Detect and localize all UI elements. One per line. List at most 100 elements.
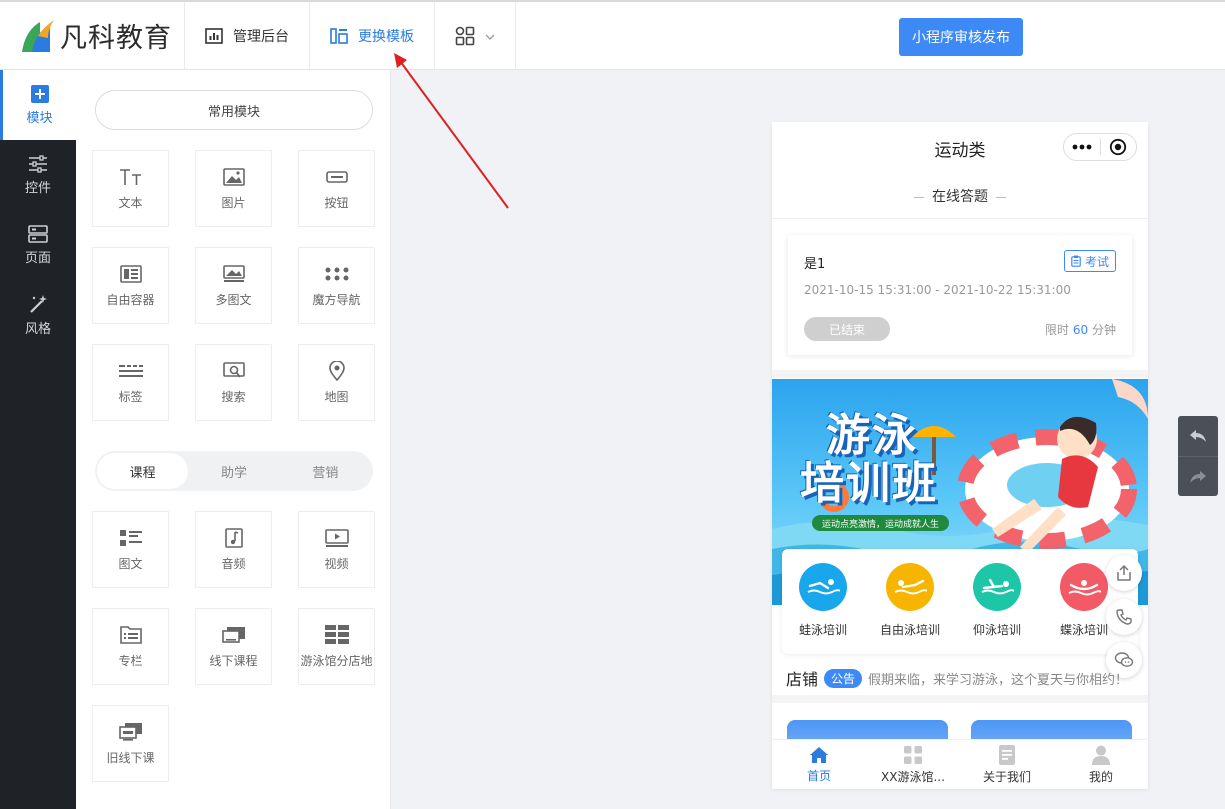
side-item-style[interactable]: 风格: [0, 280, 76, 350]
module-video[interactable]: 视频: [298, 511, 375, 588]
module-image[interactable]: 图片: [195, 150, 272, 227]
swimmer-icon: [1060, 563, 1108, 611]
side-item-pages[interactable]: 页面: [0, 210, 76, 280]
module-audio[interactable]: 音频: [195, 511, 272, 588]
tab-about-us[interactable]: 关于我们: [960, 740, 1054, 789]
bottom-tab-bar: 首页 XX游泳馆... 关于我们 我的: [772, 739, 1148, 789]
tab-marketing[interactable]: 营销: [280, 453, 371, 489]
tab-study-aid[interactable]: 助学: [188, 453, 279, 489]
tab-swimming-hall[interactable]: XX游泳馆...: [866, 740, 960, 789]
mini-program-capsule[interactable]: [1063, 133, 1137, 161]
image-icon: [222, 166, 245, 188]
category-nav: 蛙泳培训 自由泳培训 仰泳培训 蝶泳培训: [782, 549, 1138, 654]
history-controls: [1178, 416, 1218, 496]
module-label: 游泳馆分店地: [300, 654, 373, 668]
module-free-container[interactable]: 自由容器: [92, 247, 169, 324]
module-label: 图文: [118, 557, 143, 571]
close-target-icon[interactable]: [1101, 134, 1137, 160]
exam-tag-label: 考试: [1084, 254, 1109, 269]
share-button[interactable]: [1106, 555, 1142, 591]
module-map[interactable]: 地图: [298, 344, 375, 421]
video-icon: [324, 527, 349, 549]
nav-admin-dashboard[interactable]: 管理后台: [184, 2, 309, 70]
module-column[interactable]: 专栏: [92, 608, 169, 685]
swimmer-icon: [973, 563, 1021, 611]
quiz-date-range: 2021-10-15 15:31:00 - 2021-10-22 15:31:0…: [804, 283, 1071, 297]
swimmer-icon: [886, 563, 934, 611]
list-image-icon: [119, 527, 142, 549]
module-label: 视频: [324, 557, 349, 571]
quiz-card[interactable]: 是1 考试 2021-10-15 15:31:00 - 2021-10-22 1…: [788, 235, 1132, 355]
module-text[interactable]: 文本: [92, 150, 169, 227]
phone-call-button[interactable]: [1106, 599, 1142, 635]
more-dots-icon[interactable]: [1064, 134, 1100, 160]
apps-icon: [903, 745, 923, 765]
module-offline-course[interactable]: 线下课程: [195, 608, 272, 685]
logo[interactable]: 凡科教育: [18, 16, 172, 55]
module-cube-nav[interactable]: 魔方导航: [298, 247, 375, 324]
side-item-label: 风格: [24, 321, 51, 337]
quiz-limit-value: 60: [1072, 323, 1089, 337]
module-legacy-offline-course[interactable]: 旧线下课: [92, 705, 169, 782]
side-item-controls[interactable]: 控件: [0, 140, 76, 210]
nav-template-label: 更换模板: [358, 29, 414, 45]
map-pin-icon: [328, 360, 345, 382]
redo-icon: [1189, 470, 1207, 484]
offline-tv-icon: [118, 721, 143, 743]
chevron-down-icon: [485, 28, 495, 44]
logo-text: 凡科教育: [60, 23, 172, 54]
module-label: 魔方导航: [312, 293, 361, 307]
tab-course[interactable]: 课程: [97, 453, 189, 489]
module-label: 标签: [118, 390, 143, 404]
module-search[interactable]: 搜索: [195, 344, 272, 421]
phone-preview: 运动类 在线答题 是1 考试 2021-10-15 15:31:00 - 202…: [772, 122, 1148, 789]
module-label: 地图: [324, 390, 349, 404]
redo-button[interactable]: [1178, 456, 1218, 496]
module-label: 自由容器: [106, 293, 155, 307]
category-freestyle[interactable]: 自由泳培训: [867, 563, 953, 638]
shop-notice[interactable]: 店铺 公告 假期来临，来学习游泳，这个夏天与你相约！: [772, 663, 1148, 693]
module-label: 搜索: [221, 390, 246, 404]
banner-slogan: 运动点亮激情，运动成就人生: [812, 515, 950, 531]
grid-blocks-icon: [324, 624, 349, 646]
nav-apps-dropdown[interactable]: [434, 2, 516, 70]
notice-badge: 公告: [824, 668, 863, 688]
search-icon: [222, 360, 245, 382]
nav-change-template[interactable]: 更换模板: [309, 2, 434, 70]
side-item-modules[interactable]: 模块: [0, 70, 76, 140]
tab-label: XX游泳馆...: [881, 769, 945, 784]
quiz-name: 是1: [804, 257, 826, 272]
category-breaststroke[interactable]: 蛙泳培训: [780, 563, 866, 638]
container-icon: [119, 263, 142, 285]
tab-mine[interactable]: 我的: [1054, 740, 1148, 789]
publish-review-button[interactable]: 小程序审核发布: [899, 18, 1023, 56]
shop-label: 店铺: [786, 670, 819, 689]
module-button[interactable]: 按钮: [298, 150, 375, 227]
tags-icon: [118, 360, 143, 382]
category-label: 自由泳培训: [879, 623, 940, 637]
undo-button[interactable]: [1178, 416, 1218, 456]
common-modules-header[interactable]: 常用模块: [95, 90, 373, 130]
side-nav: 模块 控件 页面 风格: [0, 70, 76, 809]
quiz-time-limit: 限时 60 分钟: [1045, 323, 1116, 337]
module-label: 文本: [118, 196, 143, 210]
category-backstroke[interactable]: 仰泳培训: [954, 563, 1040, 638]
module-pool-branch-map[interactable]: 游泳馆分店地: [298, 608, 375, 685]
chart-icon: [205, 28, 223, 44]
module-tags[interactable]: 标签: [92, 344, 169, 421]
tab-home[interactable]: 首页: [772, 740, 866, 789]
module-article[interactable]: 图文: [92, 511, 169, 588]
quiz-status-badge: 已结束: [804, 317, 890, 341]
apps-grid-icon: [455, 26, 475, 46]
column-icon: [119, 624, 142, 646]
clipboard-icon: [1071, 255, 1081, 267]
notice-text: 假期来临，来学习游泳，这个夏天与你相约！: [868, 672, 1129, 688]
module-label: 图片: [221, 196, 246, 210]
phone-icon: [1115, 608, 1133, 626]
dots-grid-icon: [325, 263, 349, 285]
side-item-label: 页面: [24, 250, 51, 266]
text-icon: [119, 166, 143, 188]
section-title: 在线答题: [772, 186, 1148, 206]
tab-label: 首页: [806, 768, 831, 783]
module-multi-image-text[interactable]: 多图文: [195, 247, 272, 324]
